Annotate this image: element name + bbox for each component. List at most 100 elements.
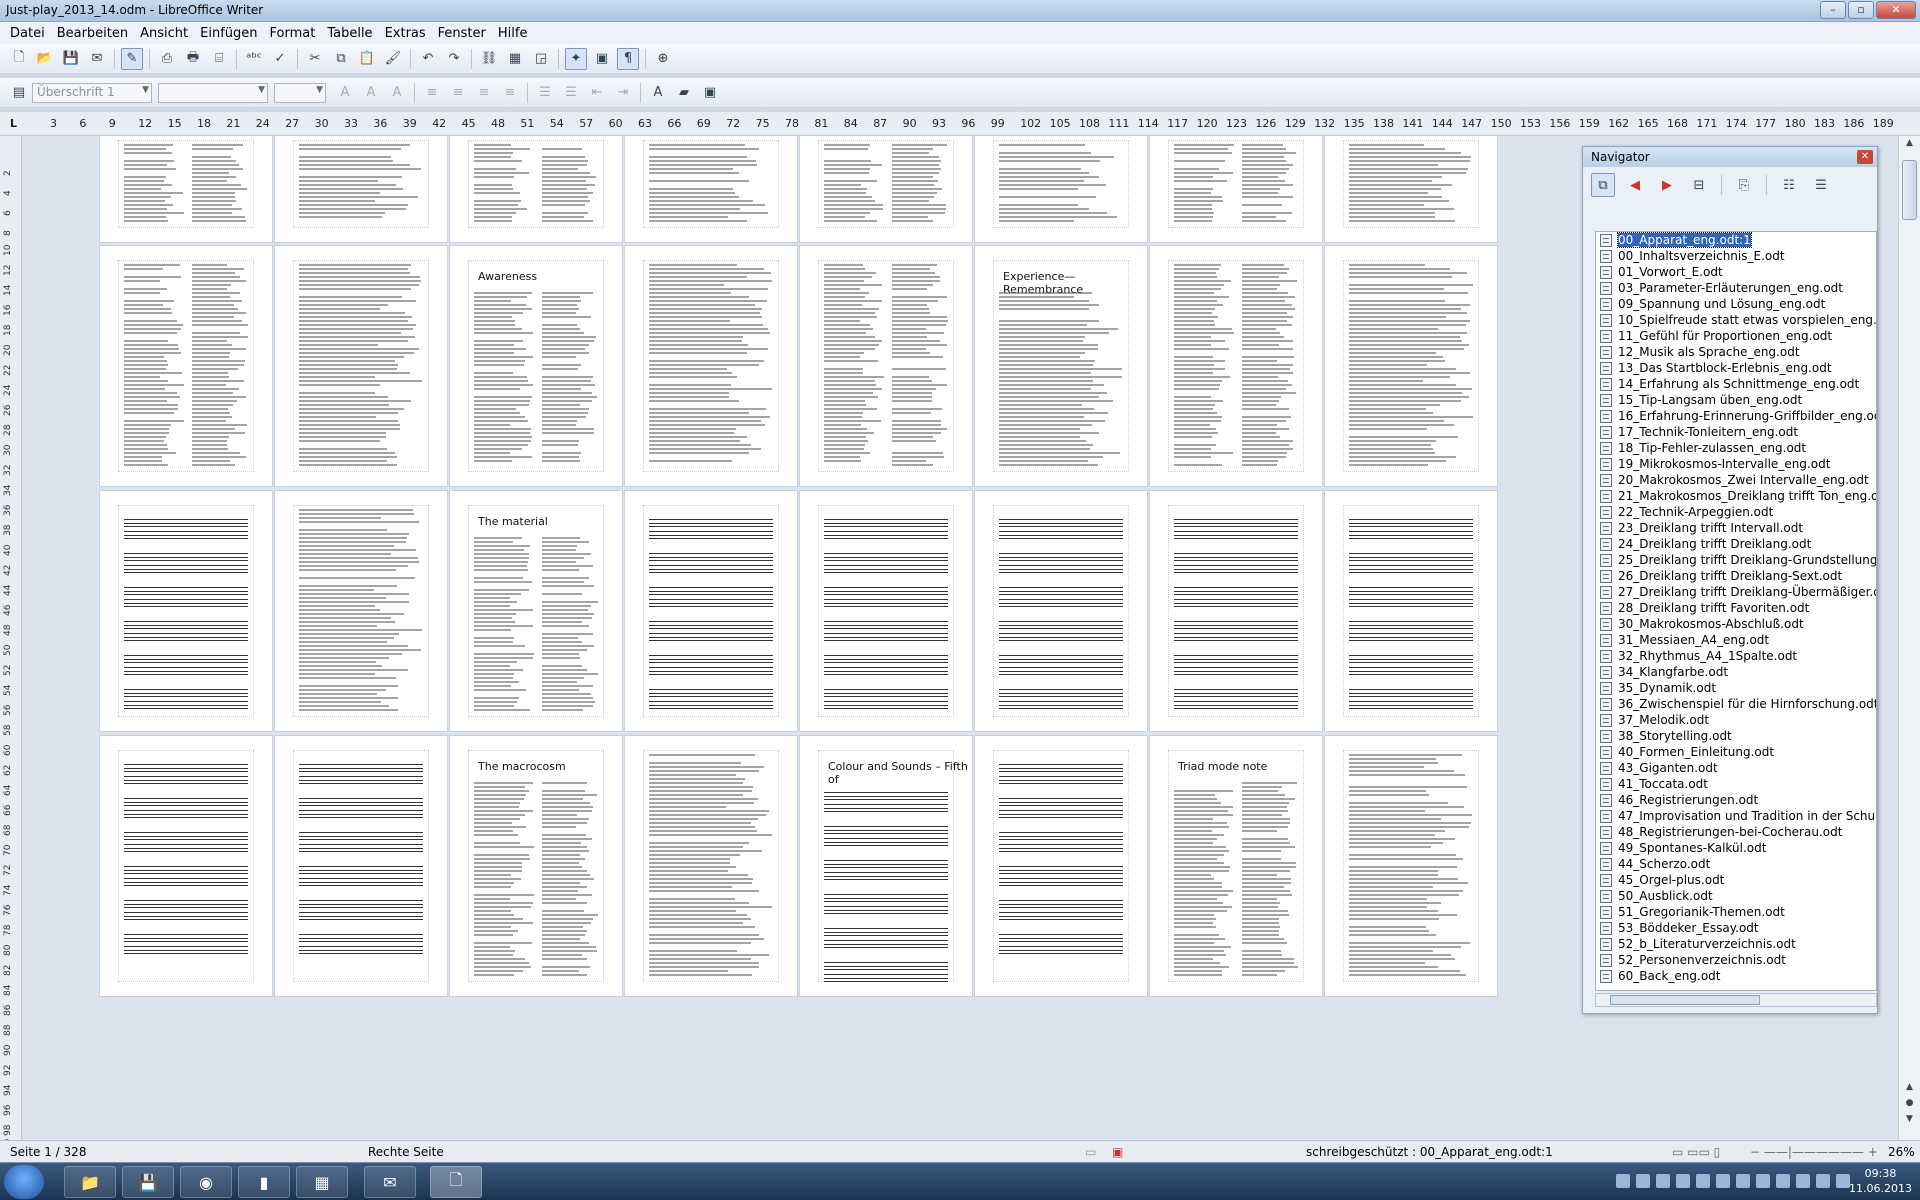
page-style[interactable]: Rechte Seite bbox=[368, 1145, 444, 1159]
copy-icon[interactable]: ⧉ bbox=[330, 48, 352, 70]
tray-icon[interactable] bbox=[1756, 1174, 1770, 1188]
tray-icon[interactable] bbox=[1616, 1174, 1630, 1188]
navigator-item[interactable]: 50_Ausblick.odt bbox=[1596, 888, 1876, 904]
zoom-level[interactable]: 26% bbox=[1888, 1145, 1915, 1159]
start-button[interactable] bbox=[4, 1165, 44, 1199]
minimize-button[interactable]: – bbox=[1820, 1, 1846, 19]
navigator-item[interactable]: 13_Das Startblock-Erlebnis_eng.odt bbox=[1596, 360, 1876, 376]
navigator-item[interactable]: 31_Messiaen_A4_eng.odt bbox=[1596, 632, 1876, 648]
scroll-up-icon[interactable]: ▲ bbox=[1902, 138, 1917, 152]
document-page[interactable]: Colour and Sounds – Fifth of bbox=[800, 736, 972, 996]
help-icon[interactable]: ⊕ bbox=[652, 48, 674, 70]
vertical-ruler[interactable]: 2 4 6 8 10 12 14 16 18 20 22 24 26 28 30 32 34 36 38 40 42 44… bbox=[0, 136, 22, 1140]
navigator-item[interactable]: 21_Makrokosmos_Dreiklang trifft Ton_eng.… bbox=[1596, 488, 1876, 504]
document-page[interactable] bbox=[975, 736, 1147, 996]
navigator-item[interactable]: 22_Technik-Arpeggien.odt bbox=[1596, 504, 1876, 520]
page-count[interactable]: Seite 1 / 328 bbox=[10, 1145, 86, 1159]
menu-format[interactable]: Format bbox=[264, 26, 322, 41]
document-page[interactable]: The material bbox=[450, 491, 622, 731]
navigator-item[interactable]: 46_Registrierungen.odt bbox=[1596, 792, 1876, 808]
document-page[interactable] bbox=[625, 136, 797, 242]
content-view-icon[interactable]: ☷ bbox=[1777, 173, 1801, 197]
navigator-item[interactable]: 53_Böddeker_Essay.odt bbox=[1596, 920, 1876, 936]
show-draw-functions-icon[interactable]: ◲ bbox=[530, 48, 552, 70]
selection-mode-icon[interactable]: ▭ bbox=[1085, 1145, 1096, 1159]
navigator-item[interactable]: 45_Orgel-plus.odt bbox=[1596, 872, 1876, 888]
back-icon[interactable]: ◀ bbox=[1623, 173, 1647, 197]
document-page[interactable] bbox=[100, 136, 272, 242]
forward-icon[interactable]: ▶ bbox=[1655, 173, 1679, 197]
floppy-icon[interactable]: 💾 bbox=[122, 1166, 174, 1198]
scrollbar-thumb[interactable] bbox=[1610, 995, 1760, 1005]
navigator-item[interactable]: 23_Dreiklang trifft Intervall.odt bbox=[1596, 520, 1876, 536]
navigator-item[interactable]: 41_Toccata.odt bbox=[1596, 776, 1876, 792]
document-page[interactable] bbox=[100, 491, 272, 731]
navigator-item[interactable]: 14_Erfahrung als Schnittmenge_eng.odt bbox=[1596, 376, 1876, 392]
navigator-item[interactable]: 03_Parameter-Erläuterungen_eng.odt bbox=[1596, 280, 1876, 296]
menu-hilfe[interactable]: Hilfe bbox=[492, 26, 534, 41]
table-icon[interactable]: ▦ bbox=[504, 48, 526, 70]
increase-indent-icon[interactable]: ⇥ bbox=[612, 82, 634, 104]
menu-datei[interactable]: Datei bbox=[4, 26, 51, 41]
navigator-item[interactable]: 52_Personenverzeichnis.odt bbox=[1596, 952, 1876, 968]
navigator-item[interactable]: 17_Technik-Tonleitern_eng.odt bbox=[1596, 424, 1876, 440]
document-page[interactable] bbox=[275, 136, 447, 242]
document-page[interactable] bbox=[625, 491, 797, 731]
navigator-item[interactable]: 12_Musik als Sprache_eng.odt bbox=[1596, 344, 1876, 360]
font-size-combo[interactable]: ▼ bbox=[274, 82, 326, 103]
print-icon[interactable]: 🖶 bbox=[182, 48, 204, 70]
background-color-icon[interactable]: ▣ bbox=[699, 82, 721, 104]
document-page[interactable] bbox=[100, 246, 272, 486]
tray-icon[interactable] bbox=[1676, 1174, 1690, 1188]
redo-icon[interactable]: ↷ bbox=[443, 48, 465, 70]
menu-extras[interactable]: Extras bbox=[379, 26, 432, 41]
font-color-icon[interactable]: A bbox=[647, 82, 669, 104]
autospellcheck-icon[interactable]: ✓ bbox=[269, 48, 291, 70]
document-page[interactable] bbox=[800, 246, 972, 486]
navigator-item[interactable]: 25_Dreiklang trifft Dreiklang-Grundstell… bbox=[1596, 552, 1876, 568]
scrollbar-thumb[interactable] bbox=[1902, 160, 1917, 220]
navigator-item[interactable]: 52_b_Literaturverzeichnis.odt bbox=[1596, 936, 1876, 952]
navigator-icon[interactable]: ✦ bbox=[565, 47, 587, 70]
navigator-close-icon[interactable]: ✕ bbox=[1857, 150, 1873, 164]
app-icon[interactable]: ▮ bbox=[238, 1166, 290, 1198]
navigator-list[interactable]: 00_Apparat_eng.odt:1 00_Inhaltsverzeichni… bbox=[1595, 231, 1877, 991]
navigator-item[interactable]: 27_Dreiklang trifft Dreiklang-Übermäßige… bbox=[1596, 584, 1876, 600]
writer-icon[interactable]: 🗋 bbox=[430, 1166, 482, 1198]
document-page[interactable]: The macrocosm bbox=[450, 736, 622, 996]
navigator-item[interactable]: 40_Formen_Einleitung.odt bbox=[1596, 744, 1876, 760]
gallery-icon[interactable]: ▣ bbox=[591, 48, 613, 70]
navigator-item[interactable]: 26_Dreiklang trifft Dreiklang-Sext.odt bbox=[1596, 568, 1876, 584]
navigator-horizontal-scrollbar[interactable] bbox=[1595, 993, 1877, 1007]
document-page[interactable] bbox=[625, 246, 797, 486]
vertical-scrollbar[interactable]: ▲ ▲ ● ▼ bbox=[1898, 136, 1920, 1140]
tray-icon[interactable] bbox=[1816, 1174, 1830, 1188]
document-page[interactable]: Triad mode note bbox=[1150, 736, 1322, 996]
document-page[interactable]: Awareness bbox=[450, 246, 622, 486]
close-button[interactable]: ✕ bbox=[1876, 1, 1916, 19]
menu-ansicht[interactable]: Ansicht bbox=[134, 26, 194, 41]
maximize-button[interactable]: ▫ bbox=[1848, 1, 1874, 19]
document-page[interactable] bbox=[1325, 491, 1497, 731]
navigator-item[interactable]: 09_Spannung und Lösung_eng.odt bbox=[1596, 296, 1876, 312]
underline-icon[interactable]: A bbox=[386, 82, 408, 104]
menu-tabelle[interactable]: Tabelle bbox=[321, 26, 378, 41]
document-page[interactable] bbox=[975, 491, 1147, 731]
document-page[interactable] bbox=[1325, 736, 1497, 996]
next-page-icon[interactable]: ▼ bbox=[1902, 1114, 1917, 1128]
document-page[interactable] bbox=[975, 136, 1147, 242]
navigator-item[interactable]: 37_Melodik.odt bbox=[1596, 712, 1876, 728]
navigator-item[interactable]: 01_Vorwort_E.odt bbox=[1596, 264, 1876, 280]
previous-page-icon[interactable]: ▲ bbox=[1902, 1082, 1917, 1096]
bold-icon[interactable]: A bbox=[334, 82, 356, 104]
paste-icon[interactable]: 📋 bbox=[356, 48, 378, 70]
list-box-icon[interactable]: ☰ bbox=[1809, 173, 1833, 197]
justify-icon[interactable]: ≡ bbox=[499, 82, 521, 104]
navigator-item[interactable]: 47_Improvisation und Tradition in der Sc… bbox=[1596, 808, 1876, 824]
page-number-icon[interactable]: ⊟ bbox=[1687, 173, 1711, 197]
navigator-item[interactable]: 34_Klangfarbe.odt bbox=[1596, 664, 1876, 680]
menu-einfuegen[interactable]: Einfügen bbox=[194, 26, 263, 41]
highlight-icon[interactable]: ▰ bbox=[673, 82, 695, 104]
navigator-item[interactable]: 60_Back_eng.odt bbox=[1596, 968, 1876, 984]
document-page[interactable] bbox=[100, 736, 272, 996]
